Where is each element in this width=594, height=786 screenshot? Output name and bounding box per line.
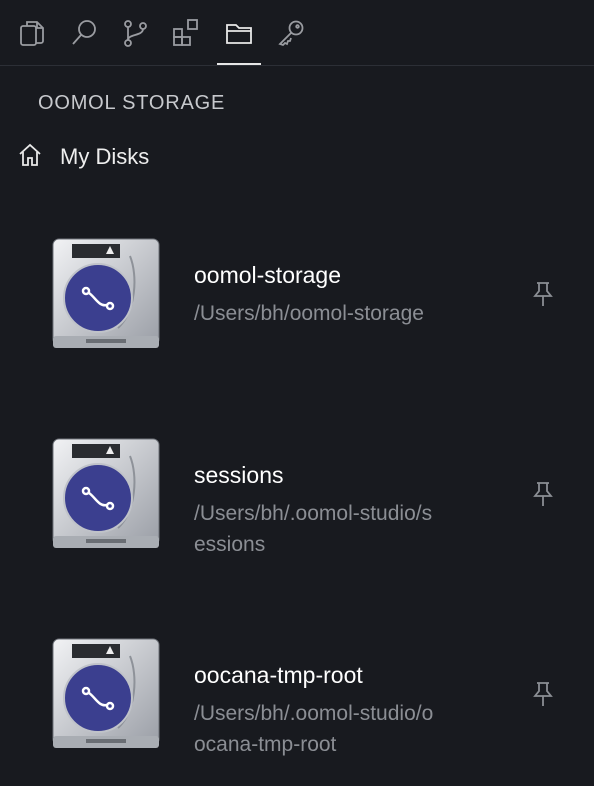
extensions-icon[interactable] — [168, 14, 204, 52]
explorer-icon[interactable] — [14, 14, 50, 52]
home-icon — [16, 141, 44, 174]
disk-path: /Users/bh/oomol-storage — [194, 302, 424, 325]
disk-name: sessions — [194, 462, 284, 488]
pin-icon[interactable] — [530, 680, 556, 708]
pin-icon[interactable] — [530, 480, 556, 508]
hard-disk-icon — [52, 438, 160, 548]
disk-name: oomol-storage — [194, 262, 342, 288]
disk-item-sessions[interactable]: sessions /Users/bh/.oomol-studio/session… — [0, 436, 594, 586]
pin-icon[interactable] — [530, 280, 556, 308]
hard-disk-icon — [52, 238, 160, 348]
disk-item-oocana-tmp-root[interactable]: oocana-tmp-root /Users/bh/.oomol-studio/… — [0, 636, 594, 786]
disk-item-oomol-storage[interactable]: oomol-storage /Users/bh/oomol-storage — [0, 236, 594, 386]
hard-disk-icon — [52, 638, 160, 748]
disk-path: /Users/bh/.oomol-studio/oocana-tmp-root — [194, 702, 434, 756]
search-icon[interactable] — [66, 14, 102, 52]
section-title: OOMOL STORAGE — [38, 92, 226, 114]
key-icon[interactable] — [273, 14, 309, 52]
source-control-icon[interactable] — [117, 14, 153, 52]
disk-path: /Users/bh/.oomol-studio/sessions — [194, 502, 433, 556]
my-disks-label: My Disks — [60, 144, 150, 169]
activity-bar — [0, 0, 594, 66]
my-disks-row[interactable]: My Disks — [16, 140, 149, 174]
disk-name: oocana-tmp-root — [194, 662, 363, 688]
storage-folder-icon[interactable] — [217, 14, 261, 65]
